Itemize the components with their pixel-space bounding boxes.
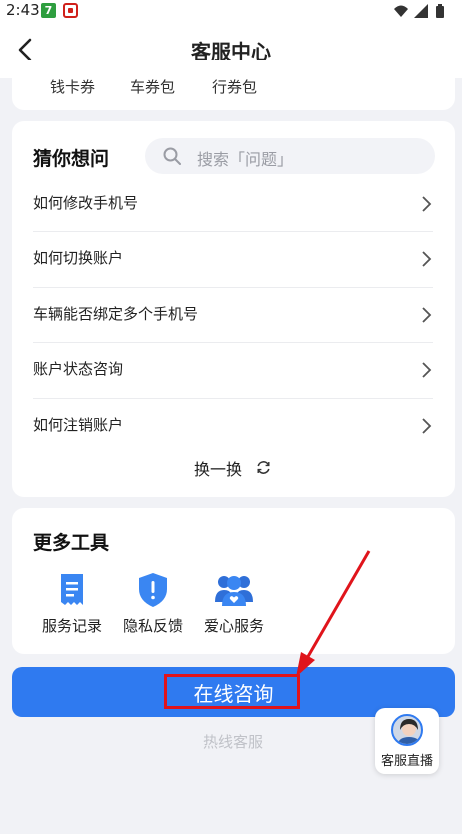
chevron-right-icon [422,362,432,378]
status-bar: 2:43 7 [0,0,462,22]
tool-service-records[interactable]: 服务记录 [32,572,112,642]
tool-label: 隐私反馈 [122,617,183,635]
question-item[interactable]: 车辆能否绑定多个手机号 [33,287,433,342]
tools-card: 更多工具 服务记录 隐私反馈 爱心服务 [12,508,455,654]
wallet-item-car-coupon[interactable]: 车券包 [130,76,175,97]
question-item[interactable]: 账户状态咨询 [33,342,433,397]
app-notification-icon: 7 [41,3,56,18]
tools-title: 更多工具 [33,532,110,554]
tool-privacy-feedback[interactable]: 隐私反馈 [113,572,193,642]
status-time: 2:43 [6,1,40,19]
shield-icon [139,573,167,607]
question-label: 如何修改手机号 [33,194,139,212]
chevron-right-icon [422,251,432,267]
wallet-card: 钱卡券 车券包 行券包 [12,60,455,110]
receipt-icon [61,574,83,605]
wallet-item-coupon[interactable]: 钱卡券 [50,76,95,97]
search-icon [163,147,181,165]
live-stream-widget[interactable]: 客服直播 [375,708,439,774]
avatar [391,714,423,746]
chevron-right-icon [422,196,432,212]
live-label: 客服直播 [380,754,433,769]
tool-care-service[interactable]: 爱心服务 [194,572,274,642]
search-placeholder: 搜索「问题」 [197,150,294,169]
guess-title: 猜你想问 [33,148,110,170]
tool-label: 爱心服务 [203,617,264,635]
people-heart-icon [215,576,253,606]
chevron-right-icon [422,418,432,434]
highlight-box [164,674,300,709]
question-label: 如何切换账户 [33,249,124,267]
app-notification-icon-2 [63,3,78,18]
refresh-icon [257,461,270,474]
refresh-button[interactable]: 换一换 [194,455,274,479]
question-label: 账户状态咨询 [33,360,124,378]
chevron-right-icon [422,307,432,323]
question-item[interactable]: 如何注销账户 [33,398,433,453]
status-icons [394,4,444,18]
refresh-label: 换一换 [194,460,243,479]
search-input[interactable]: 搜索「问题」 [145,138,435,174]
question-label: 车辆能否绑定多个手机号 [33,305,199,323]
tool-label: 服务记录 [41,617,102,635]
question-item[interactable]: 如何修改手机号 [33,176,433,231]
wallet-item-trip-coupon[interactable]: 行券包 [212,76,257,97]
question-label: 如何注销账户 [33,416,124,434]
guess-card: 猜你想问 搜索「问题」 如何修改手机号 如何切换账户 车辆能否绑定多个手机号 账… [12,121,455,497]
question-item[interactable]: 如何切换账户 [33,231,433,286]
